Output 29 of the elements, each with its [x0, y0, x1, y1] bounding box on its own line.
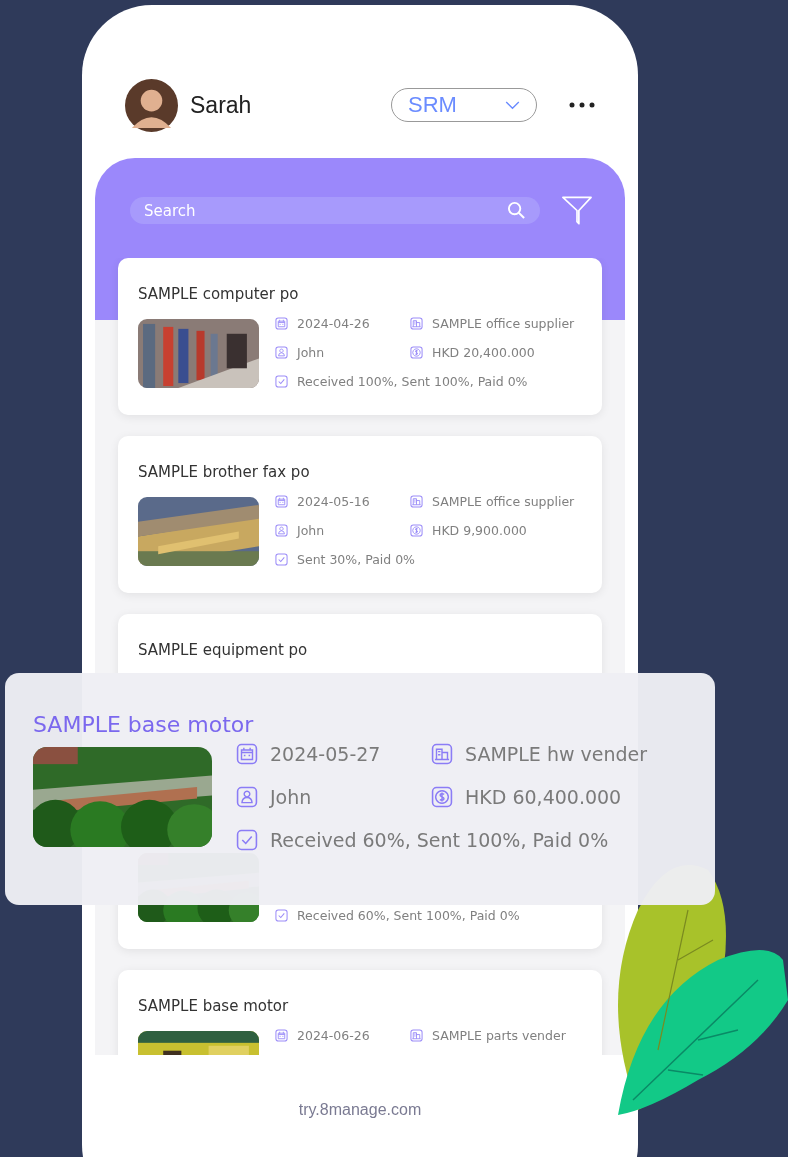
order-detail: SAMPLE parts vender	[432, 1028, 566, 1043]
order-title: SAMPLE base motor	[33, 711, 254, 739]
order-detail: John	[270, 785, 312, 808]
order-title: SAMPLE equipment po	[138, 641, 309, 659]
order-card[interactable]: SAMPLE computer po 2024-04-26 SAMPLE office supplier John HKD 20,400.000 Received 100%, Sent 100%, Paid 0%	[118, 258, 602, 415]
order-status: Received 60%, Sent 100%, Paid 0%	[270, 828, 609, 851]
order-detail: SAMPLE hw vender	[465, 742, 648, 765]
order-card[interactable]: SAMPLE brother fax po 2024-05-16 SAMPLE office supplier John HKD 9,900.000 Sent 30%, Paid 0%	[118, 436, 602, 593]
user-name: Sarah	[190, 91, 252, 119]
order-detail: 2024-05-27	[270, 742, 381, 765]
order-title: SAMPLE computer po	[138, 285, 300, 303]
search-field[interactable]: Search	[130, 197, 540, 224]
order-detail: SAMPLE office supplier	[432, 316, 575, 331]
order-detail: John	[297, 345, 325, 360]
order-status: Sent 30%, Paid 0%	[297, 552, 415, 567]
order-card[interactable]: SAMPLE base motor 2024-06-26 SAMPLE parts vender	[118, 970, 602, 1055]
site-url: try.8manage.com	[298, 1101, 422, 1119]
order-title: SAMPLE brother fax po	[138, 463, 311, 481]
order-detail: John	[297, 523, 325, 538]
order-detail: HKD 20,400.000	[432, 345, 535, 360]
order-detail: HKD 60,400.000	[465, 785, 622, 808]
order-detail: SAMPLE office supplier	[432, 494, 575, 509]
order-detail: 2024-05-16	[297, 494, 370, 509]
order-title: SAMPLE base motor	[138, 997, 290, 1015]
order-status: Received 60%, Sent 100%, Paid 0%	[297, 908, 520, 923]
order-status: Received 100%, Sent 100%, Paid 0%	[297, 374, 528, 389]
order-detail: HKD 9,900.000	[432, 523, 527, 538]
order-detail: 2024-04-26	[297, 316, 370, 331]
order-detail: 2024-06-26	[297, 1028, 370, 1043]
